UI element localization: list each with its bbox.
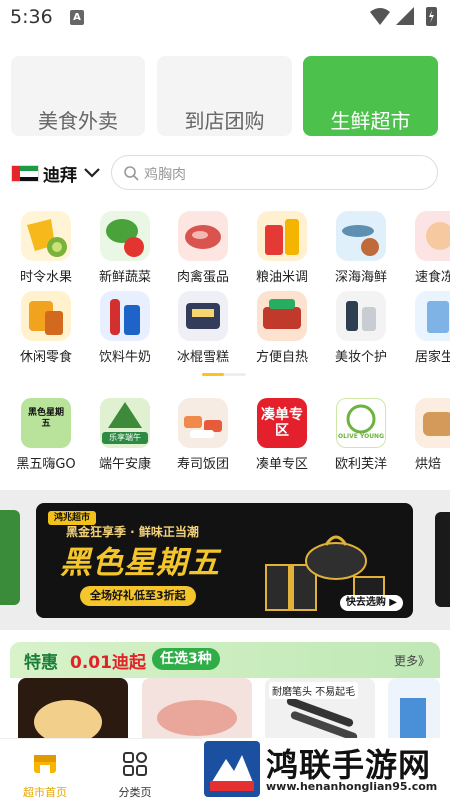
watermark-logo-icon: [204, 741, 260, 797]
city-selector[interactable]: 迪拜: [11, 160, 101, 186]
service-tabs: 美食外卖 到店团购 生鲜超市: [0, 56, 450, 136]
category-seafood[interactable]: 深海海鲜: [321, 211, 401, 285]
product-card[interactable]: [388, 678, 440, 740]
promo-next-peek[interactable]: [435, 512, 450, 607]
search-icon: [124, 166, 139, 181]
special-pick-pill: 任选3种: [152, 648, 220, 670]
instant-food-icon: [257, 291, 307, 341]
category-fruit[interactable]: 时令水果: [6, 211, 86, 285]
city-name: 迪拜: [43, 165, 77, 186]
tab-food-delivery[interactable]: 美食外卖: [11, 56, 145, 136]
category-frozen[interactable]: 速食冻: [400, 211, 450, 285]
category-drinks[interactable]: 饮料牛奶: [85, 291, 165, 365]
category-sushi[interactable]: 寿司饭团: [163, 398, 243, 472]
black-friday-icon: 黑色星期五: [21, 398, 71, 448]
special-price: 0.01迪起: [70, 653, 146, 673]
meat-icon: [178, 211, 228, 261]
tab-group-buy[interactable]: 到店团购: [157, 56, 292, 136]
store-icon: [34, 755, 56, 773]
status-bar: 5:36 A: [0, 0, 450, 36]
notification-icon: A: [70, 10, 84, 25]
seafood-icon: [336, 211, 386, 261]
ice-cream-icon: [178, 291, 228, 341]
product-card[interactable]: [18, 678, 128, 740]
bakery-icon: [415, 398, 450, 448]
status-icons: [370, 7, 437, 26]
promo-prev-peek[interactable]: [0, 510, 20, 605]
frozen-food-icon: [415, 211, 450, 261]
bread-product-image: [18, 678, 128, 740]
signal-icon: [396, 7, 414, 25]
nav-store-home[interactable]: 超市首页: [0, 739, 90, 800]
sushi-icon: [178, 398, 228, 448]
category-olive-young[interactable]: OLIVE YOUNG 欧利芙洋: [321, 398, 401, 472]
category-bakery[interactable]: 烘焙: [400, 398, 450, 472]
category-instant[interactable]: 方便自热: [242, 291, 322, 365]
nav-category[interactable]: 分类页: [90, 739, 180, 800]
product-card[interactable]: 耐磨笔头 不易起毛: [265, 678, 375, 740]
product-tag: 耐磨笔头 不易起毛: [269, 682, 359, 699]
category-vegetables[interactable]: 新鲜蔬菜: [85, 211, 165, 285]
meat-product-image: [142, 678, 252, 740]
category-beauty[interactable]: 美妆个护: [321, 291, 401, 365]
category-grain-oil[interactable]: 粮油米调: [242, 211, 322, 285]
category-page-indicator: [202, 373, 246, 376]
olive-young-icon: OLIVE YOUNG: [336, 398, 386, 448]
special-offers-section: 特惠 0.01迪起 任选3种 更多》 耐磨笔头 不易起毛: [10, 642, 440, 742]
uae-flag-icon: [11, 164, 39, 182]
more-link[interactable]: 更多》: [394, 652, 430, 669]
promo-carousel[interactable]: 鸿兆超市 黑金狂享季 · 鲜味正当潮 黑色星期五 全场好礼低至3折起 快去选购 …: [0, 490, 450, 630]
status-time: 5:36: [10, 6, 53, 28]
category-black-friday[interactable]: 黑色星期五 黑五嗨GO: [6, 398, 86, 472]
snack-icon: [21, 291, 71, 341]
site-watermark: 鸿联手游网 www.henanhonglian95.com: [202, 738, 450, 800]
chevron-down-icon: [84, 168, 100, 178]
beauty-icon: [336, 291, 386, 341]
grid-icon: [123, 752, 147, 776]
fruit-icon: [21, 211, 71, 261]
category-home[interactable]: 居家生: [400, 291, 450, 365]
watermark-url: www.henanhonglian95.com: [266, 780, 438, 793]
special-offers-header: 特惠 0.01迪起 任选3种 更多》: [10, 642, 440, 678]
tab-fresh-supermarket[interactable]: 生鲜超市: [303, 56, 438, 136]
special-title: 特惠: [24, 653, 58, 673]
bundle-icon: 凑单专区: [257, 398, 307, 448]
category-ice-cream[interactable]: 冰棍雪糕: [163, 291, 243, 365]
dragon-boat-icon: 乐享端午: [100, 398, 150, 448]
home-icon: [415, 291, 450, 341]
search-placeholder: 鸡胸肉: [144, 167, 186, 183]
product-card[interactable]: [142, 678, 252, 740]
promo-discount: 全场好礼低至3折起: [80, 586, 196, 606]
search-input[interactable]: 鸡胸肉: [111, 155, 438, 190]
category-dragon-boat[interactable]: 乐享端午 端午安康: [85, 398, 165, 472]
grain-oil-icon: [257, 211, 307, 261]
category-snacks[interactable]: 休闲零食: [6, 291, 86, 365]
wifi-icon: [370, 8, 390, 25]
category-bundle-zone[interactable]: 凑单专区 凑单专区: [242, 398, 322, 472]
black-friday-banner[interactable]: 鸿兆超市 黑金狂享季 · 鲜味正当潮 黑色星期五 全场好礼低至3折起 快去选购 …: [36, 503, 413, 618]
promo-title: 黑色星期五: [60, 545, 220, 581]
milk-product-image: [388, 678, 440, 740]
category-meat[interactable]: 肉禽蛋品: [163, 211, 243, 285]
vegetable-icon: [100, 211, 150, 261]
shop-now-button[interactable]: 快去选购 ▶: [339, 595, 403, 611]
drink-icon: [100, 291, 150, 341]
